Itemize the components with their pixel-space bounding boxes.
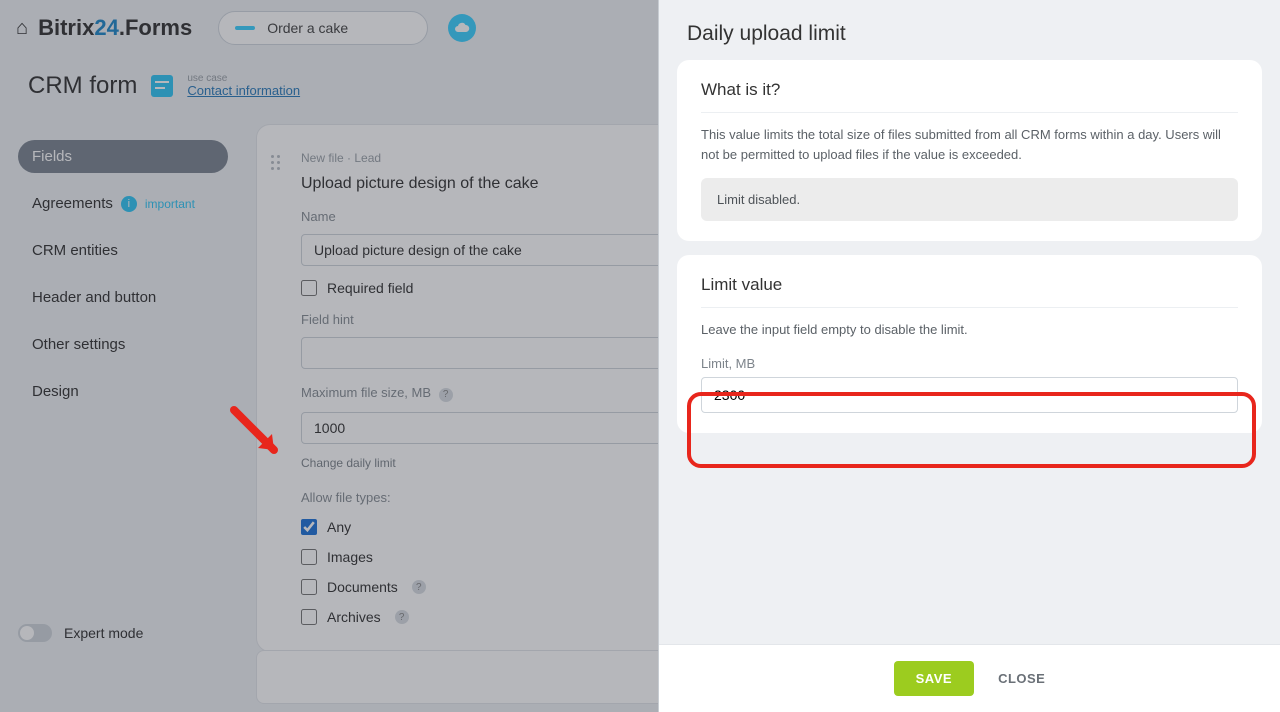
- side-panel: Daily upload limit What is it? This valu…: [658, 0, 1280, 712]
- panel-card-heading: What is it?: [701, 80, 1238, 113]
- limit-label: Limit, MB: [701, 356, 1238, 371]
- panel-card-whatisit: What is it? This value limits the total …: [677, 60, 1262, 241]
- panel-close-button[interactable]: CLOSE: [998, 671, 1045, 686]
- panel-footer: SAVE CLOSE: [659, 644, 1280, 712]
- panel-card-hint: Leave the input field empty to disable t…: [701, 320, 1238, 340]
- limit-status-box: Limit disabled.: [701, 178, 1238, 221]
- panel-card-heading: Limit value: [701, 275, 1238, 308]
- panel-card-body: This value limits the total size of file…: [701, 125, 1238, 164]
- panel-save-button[interactable]: SAVE: [894, 661, 974, 696]
- limit-input[interactable]: [701, 377, 1238, 413]
- annotation-arrow: [228, 404, 288, 464]
- panel-card-limit-value: Limit value Leave the input field empty …: [677, 255, 1262, 433]
- panel-title: Daily upload limit: [659, 0, 1280, 60]
